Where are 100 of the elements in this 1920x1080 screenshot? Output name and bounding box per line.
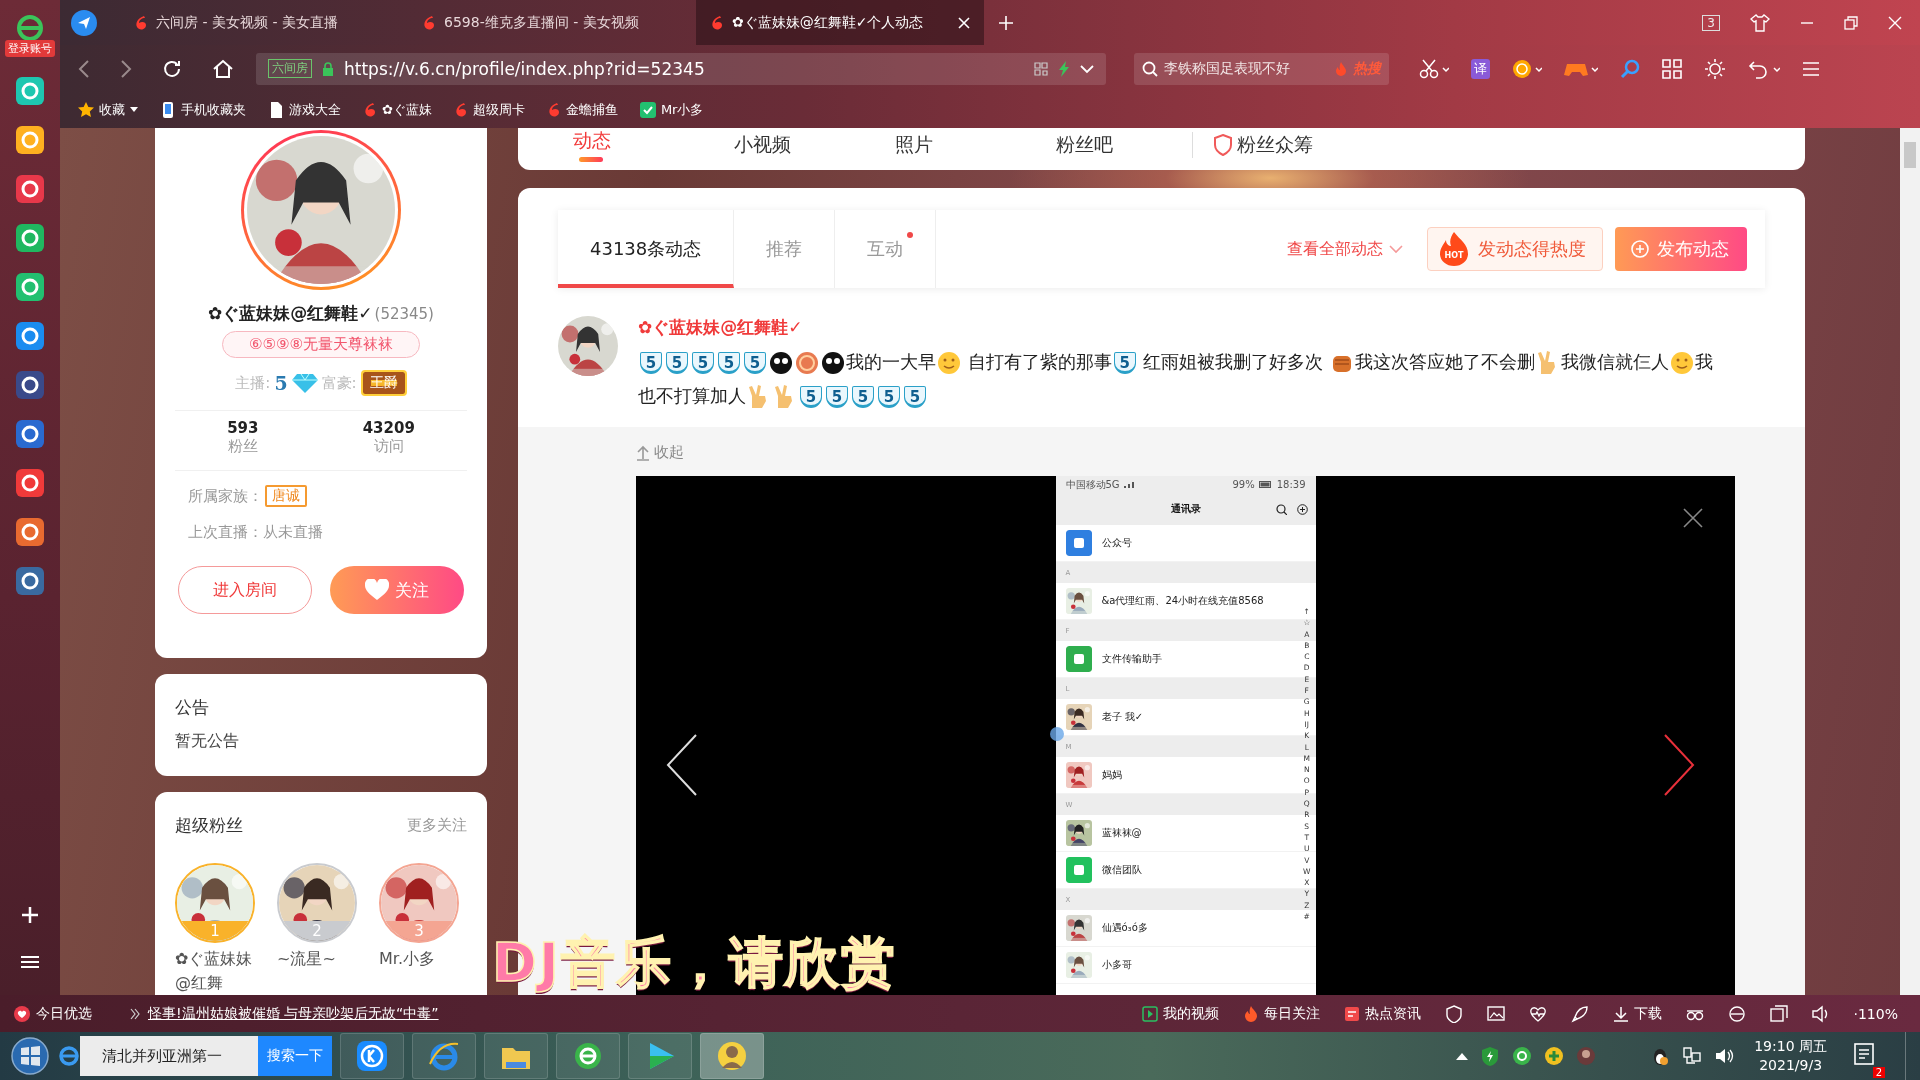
- add-icon[interactable]: [20, 905, 40, 925]
- coin-icon[interactable]: [1512, 58, 1542, 79]
- browser-tab[interactable]: 6598-维克多直播间 - 美女视频: [408, 0, 696, 45]
- news-headline-link[interactable]: 怪事!温州姑娘被催婚 与母亲吵架后无故“中毒”: [148, 1004, 439, 1023]
- app-shortcut-icon[interactable]: [16, 77, 44, 105]
- lightning-icon[interactable]: [1058, 60, 1070, 77]
- nav-tab[interactable]: 粉丝众筹: [1192, 132, 1313, 158]
- bookmark[interactable]: 手机收藏夹: [160, 101, 246, 119]
- search-field[interactable]: 清北并列亚洲第一: [80, 1036, 258, 1076]
- app-shortcut-icon[interactable]: [16, 518, 44, 546]
- battery-text: 99%: [1232, 479, 1255, 490]
- diamond-icon: [291, 373, 318, 393]
- brightness-icon[interactable]: [1704, 57, 1726, 80]
- image-icon[interactable]: [1486, 1004, 1505, 1023]
- browser-icon[interactable]: [1727, 1004, 1746, 1023]
- contact-name: 老子 我✓: [1101, 710, 1144, 724]
- add-circle-icon: [1296, 503, 1308, 515]
- search-icon: [1275, 503, 1287, 515]
- app-shortcut-icon[interactable]: [16, 469, 44, 497]
- post-text: 5 5 5 5 5 我的一大早 自打有了紫的那事 5 红雨姐被我删了好多次 我这次答应她了不会删 我微信就仨人 我也不打算加人 5 5 5 5 5: [638, 345, 1728, 413]
- shirt-icon[interactable]: [1750, 13, 1770, 32]
- author-avatar[interactable]: [558, 316, 618, 376]
- site-logo-icon: [134, 14, 148, 31]
- scrollbar[interactable]: [1900, 128, 1920, 995]
- app-shortcut-icon[interactable]: [16, 224, 44, 252]
- heartbeat-icon[interactable]: [1528, 1004, 1547, 1023]
- author-name[interactable]: ✿ぐ蓝妹妹@红舞鞋✓: [638, 316, 1728, 339]
- bookmark[interactable]: 金蟾捕鱼: [546, 101, 618, 119]
- add-circle-icon[interactable]: [1544, 1046, 1565, 1066]
- app-shortcut-icon[interactable]: [16, 567, 44, 595]
- browser-tab[interactable]: ✿ぐ蓝妹妹@红舞鞋✓个人动态: [696, 0, 984, 45]
- ie-icon[interactable]: [58, 1045, 80, 1067]
- bookmark[interactable]: 游戏大全: [268, 101, 341, 119]
- app-shortcut-icon[interactable]: [16, 126, 44, 154]
- fan-name[interactable]: ~流星~: [277, 947, 365, 971]
- volume-icon[interactable]: [1714, 1046, 1735, 1066]
- profile-name: ✿ぐ蓝妹妹@红舞鞋✓: [208, 302, 373, 325]
- view-all-dropdown[interactable]: 查看全部动态: [1287, 238, 1403, 260]
- translate-button[interactable]: 译: [1471, 58, 1490, 79]
- avatar-icon[interactable]: [1576, 1046, 1597, 1066]
- status-link[interactable]: 每日关注: [1242, 1004, 1320, 1023]
- grid-icon[interactable]: [1662, 58, 1682, 79]
- app-shortcut-icon[interactable]: [16, 371, 44, 399]
- network-icon[interactable]: [1682, 1046, 1703, 1066]
- browser-tab[interactable]: 六间房 - 美女视频 - 美女直播: [120, 0, 408, 45]
- forward-icon[interactable]: [120, 58, 132, 79]
- back-icon[interactable]: [78, 58, 90, 79]
- fan-name[interactable]: ✿ぐ蓝妹妹@红舞: [175, 947, 263, 995]
- feed-tab[interactable]: 43138条动态: [558, 210, 735, 288]
- shield-icon[interactable]: [1480, 1046, 1501, 1066]
- bookmark[interactable]: Mr小多: [639, 101, 704, 119]
- nav-tab[interactable]: 粉丝吧: [1056, 132, 1113, 158]
- compass-icon[interactable]: [70, 8, 98, 37]
- daily-picks-link[interactable]: 今日优选: [14, 1004, 92, 1023]
- phone-icon: [160, 102, 176, 118]
- nav-tab[interactable]: 动态: [573, 128, 611, 154]
- search-field[interactable]: 李铁称国足表现不好 热搜: [1134, 52, 1389, 85]
- window-icon[interactable]: [1769, 1004, 1788, 1023]
- k-app-icon[interactable]: [354, 1038, 390, 1074]
- nav-tab[interactable]: 照片: [895, 132, 933, 158]
- chevron-down-icon[interactable]: [1080, 63, 1094, 74]
- clock-time[interactable]: 19:10 周五: [1754, 1037, 1827, 1056]
- zoom-level[interactable]: ·110%: [1853, 1005, 1898, 1022]
- clock-date[interactable]: 2021/9/3: [1759, 1056, 1823, 1075]
- tab-count[interactable]: 3: [1702, 14, 1720, 31]
- caret-up-icon[interactable]: [1456, 1052, 1469, 1060]
- app-shortcut-icon[interactable]: [16, 273, 44, 301]
- bookmark[interactable]: ✿ぐ蓝妹: [363, 101, 432, 119]
- fan-name[interactable]: Mr.小多: [379, 947, 467, 971]
- volume-icon[interactable]: [1811, 1004, 1830, 1023]
- reload-icon[interactable]: [162, 58, 182, 79]
- undo-icon[interactable]: [1748, 58, 1780, 79]
- download-link[interactable]: 下载: [1612, 1004, 1662, 1023]
- start-button-icon[interactable]: [10, 1036, 50, 1076]
- notification-icon[interactable]: [1853, 1042, 1875, 1066]
- signature-bubble: ⑥⑤⑨⑧无量天尊袜袜: [222, 331, 420, 358]
- shield-icon[interactable]: [1444, 1004, 1463, 1023]
- app-shortcut-icon[interactable]: [16, 420, 44, 448]
- news-icon: [1343, 1005, 1360, 1022]
- list-icon[interactable]: [21, 955, 39, 969]
- menu-icon[interactable]: [1802, 60, 1820, 77]
- nav-tab[interactable]: 小视频: [734, 132, 791, 158]
- qr-code-icon[interactable]: [1034, 61, 1048, 76]
- status-link[interactable]: 热点资讯: [1343, 1004, 1421, 1023]
- browser-icon[interactable]: [1512, 1046, 1533, 1066]
- status-link[interactable]: 我的视频: [1141, 1004, 1219, 1023]
- restore-icon[interactable]: [1844, 15, 1858, 30]
- active-indicator: [579, 157, 603, 162]
- app-shortcut-icon[interactable]: [16, 322, 44, 350]
- login-badge[interactable]: 登录账号: [5, 40, 55, 57]
- app-shortcut-icon[interactable]: [16, 175, 44, 203]
- bookmark[interactable]: 超级周卡: [453, 101, 525, 119]
- home-icon[interactable]: [212, 58, 234, 79]
- enter-room-button[interactable]: 进入房间: [178, 566, 312, 614]
- new-tab-icon[interactable]: [998, 14, 1014, 31]
- bookmark[interactable]: 收藏: [78, 101, 138, 119]
- close-icon[interactable]: [1683, 508, 1703, 528]
- scissors-icon[interactable]: [1419, 58, 1449, 79]
- level-badge: 5: [878, 386, 900, 408]
- address-field[interactable]: 六间房 https://v.6.cn/profile/index.php?rid=52345: [256, 52, 1106, 85]
